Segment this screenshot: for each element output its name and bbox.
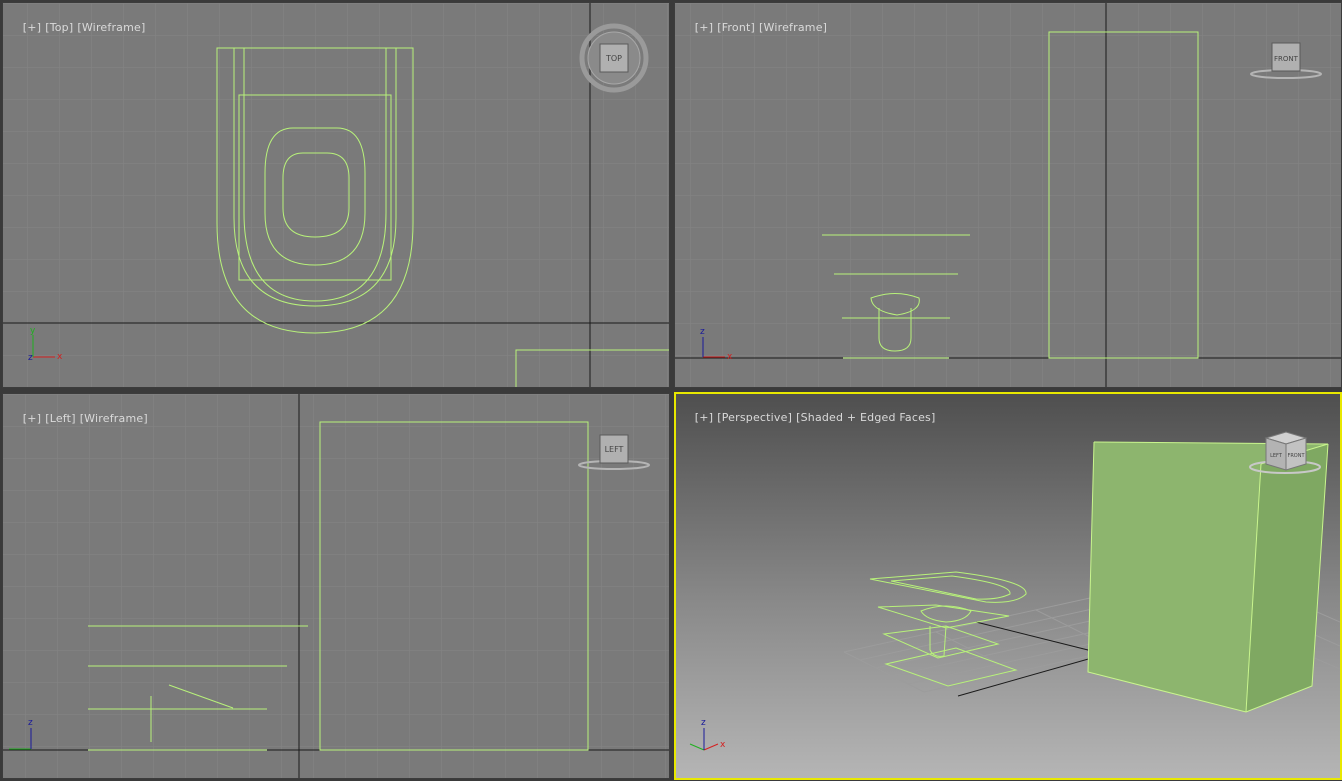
viewport-top[interactable]: x y z TOP [+] [Top] [Wireframe]: [2, 2, 670, 388]
viewcube-front-label: FRONT: [1287, 453, 1305, 459]
viewcube-left-label: LEFT: [1270, 453, 1283, 459]
viewport-top-label[interactable]: [+] [Top] [Wireframe]: [8, 8, 150, 47]
viewport-menu-button[interactable]: [+]: [695, 21, 713, 34]
viewcube-front-label: FRONT: [1274, 55, 1299, 63]
viewport-view-label[interactable]: [Perspective]: [717, 411, 792, 424]
viewport-menu-button[interactable]: [+]: [23, 21, 41, 34]
axis-z-label: z: [28, 353, 33, 363]
viewport-front[interactable]: x z FRONT [+] [Front] [Wireframe]: [674, 2, 1342, 388]
viewcube-top-label: TOP: [605, 54, 622, 63]
viewport-menu-button[interactable]: [+]: [695, 411, 713, 424]
grid: [3, 3, 669, 387]
axis-z-label: z: [700, 327, 705, 337]
viewport-left-label[interactable]: [+] [Left] [Wireframe]: [8, 399, 152, 438]
viewport-left[interactable]: z LEFT [+] [Left] [Wireframe]: [2, 393, 670, 779]
axis-z-label: z: [701, 718, 706, 728]
viewport-front-canvas: x z FRONT: [675, 3, 1341, 387]
axis-y-label: y: [30, 326, 36, 336]
viewport-perspective-label[interactable]: [+] [Perspective] [Shaded + Edged Faces]: [680, 398, 939, 437]
viewcube-left-label: LEFT: [605, 445, 624, 454]
viewcube-top[interactable]: TOP: [579, 23, 649, 93]
box-mesh: [1087, 441, 1329, 713]
viewport-perspective-canvas: x z LEFT FRONT: [676, 394, 1340, 778]
viewport-view-label[interactable]: [Left]: [45, 412, 75, 425]
axis-x-label: x: [57, 352, 63, 362]
viewport-menu-button[interactable]: [+]: [23, 412, 41, 425]
viewport-view-label[interactable]: [Top]: [45, 21, 73, 34]
viewport-shading-label[interactable]: [Wireframe]: [759, 21, 827, 34]
grid: [3, 394, 669, 778]
viewport-view-label[interactable]: [Front]: [717, 21, 755, 34]
viewport-shading-label[interactable]: [Wireframe]: [80, 412, 148, 425]
viewport-left-canvas: z LEFT: [3, 394, 669, 778]
axis-x-label: x: [720, 740, 726, 750]
viewport-perspective[interactable]: x z LEFT FRONT [+] [Perspective] [Shaded +…: [674, 392, 1342, 780]
viewport-front-label[interactable]: [+] [Front] [Wireframe]: [680, 8, 831, 47]
axis-z-label: z: [28, 718, 33, 728]
viewport-shading-label[interactable]: [Wireframe]: [77, 21, 145, 34]
axis-x-label: x: [727, 352, 733, 362]
viewport-shading-label[interactable]: [Shaded + Edged Faces]: [796, 411, 935, 424]
viewport-top-canvas: x y z TOP: [3, 3, 669, 387]
grid: [675, 3, 1341, 387]
